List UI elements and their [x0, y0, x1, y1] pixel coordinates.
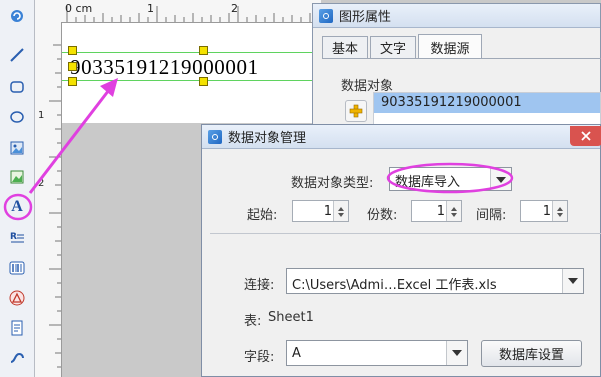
- selection-handle-bottom-center[interactable]: [199, 77, 208, 86]
- spinner-arrows-icon[interactable]: [446, 201, 461, 221]
- data-object-list-item[interactable]: 90335191219000001: [374, 93, 600, 113]
- app-icon: [319, 8, 333, 23]
- document-icon: [11, 320, 23, 336]
- field-select[interactable]: A: [286, 340, 468, 366]
- barcode-guide-line-top: [62, 52, 322, 53]
- shape-tool-button[interactable]: [6, 287, 28, 309]
- image-icon: [10, 141, 24, 155]
- svg-text:R: R: [10, 232, 17, 242]
- data-object-type-value: 数据库导入: [395, 175, 461, 190]
- ruler-unit-label: 0 cm: [65, 2, 93, 15]
- db-settings-button[interactable]: 数据库设置: [481, 340, 582, 367]
- picture-icon: [10, 170, 24, 184]
- chevron-down-icon: [562, 269, 583, 293]
- graphic-properties-titlebar[interactable]: 图形属性: [313, 4, 600, 28]
- table-value: Sheet1: [268, 310, 314, 325]
- field-label: 字段:: [244, 350, 275, 365]
- triangle-icon: [9, 290, 25, 306]
- add-data-object-button[interactable]: [345, 100, 367, 122]
- start-label: 起始:: [247, 208, 278, 223]
- chevron-down-icon: [490, 168, 511, 190]
- interval-value: 1: [542, 204, 551, 219]
- rotate-icon: [11, 10, 23, 22]
- ellipse-tool-button[interactable]: [6, 106, 28, 128]
- graphic-properties-title: 图形属性: [339, 10, 392, 25]
- dialog-titlebar[interactable]: 数据对象管理: [202, 125, 600, 149]
- dialog-app-icon: [208, 129, 222, 144]
- barcode-text[interactable]: 90335191219000001: [70, 55, 259, 80]
- ruler-unit: cm: [75, 2, 93, 15]
- plus-icon: [349, 104, 363, 118]
- dialog-section-divider: [210, 233, 601, 234]
- copies-label: 份数:: [367, 208, 398, 223]
- rotate-tool-button[interactable]: [6, 5, 28, 27]
- curve-icon: [10, 352, 24, 363]
- start-spinner[interactable]: 1: [292, 200, 349, 222]
- tab-content-border: [322, 58, 601, 59]
- dialog-title: 数据对象管理: [228, 131, 307, 146]
- picture-tool-button[interactable]: [6, 166, 28, 188]
- selection-handle-bottom-left[interactable]: [68, 77, 77, 86]
- data-object-type-select[interactable]: 数据库导入: [389, 167, 512, 191]
- interval-label: 间隔:: [476, 208, 507, 223]
- line-tool-button[interactable]: [6, 44, 28, 66]
- horizontal-ruler: 0 cm 1 2: [61, 0, 321, 23]
- field-value: A: [292, 346, 301, 361]
- copies-spinner[interactable]: 1: [411, 200, 462, 222]
- connection-label: 连接:: [244, 278, 275, 293]
- data-object-type-label: 数据对象类型:: [291, 176, 374, 191]
- rounded-rectangle-icon: [10, 81, 24, 93]
- close-button[interactable]: [570, 126, 601, 146]
- selection-handle-top-left[interactable]: [68, 46, 77, 55]
- connection-select[interactable]: C:\Users\Admi…Excel 工作表.xls: [286, 268, 584, 294]
- spinner-arrows-icon[interactable]: [333, 201, 348, 221]
- horizontal-ruler-label-1: 1: [147, 2, 154, 15]
- connection-value: C:\Users\Admi…Excel 工作表.xls: [292, 278, 497, 293]
- horizontal-ruler-label-2: 2: [231, 2, 238, 15]
- barcode-guide-line-bottom: [62, 80, 322, 81]
- text-a-icon: A: [11, 198, 23, 215]
- chevron-down-icon: [446, 341, 467, 365]
- table-label: 表:: [244, 314, 262, 329]
- horizontal-ruler-ticks: [66, 6, 311, 22]
- start-value: 1: [323, 204, 332, 219]
- barcode-icon: [9, 261, 25, 275]
- close-icon: [581, 131, 591, 141]
- vertical-ruler-label-2: 2: [38, 178, 45, 189]
- drawing-toolbar: A R: [0, 0, 35, 377]
- selection-handle-mid-left[interactable]: [68, 62, 77, 71]
- interval-spinner[interactable]: 1: [520, 200, 568, 222]
- rounded-rect-tool-button[interactable]: [6, 76, 28, 98]
- copies-value: 1: [436, 204, 445, 219]
- data-tool-button[interactable]: [6, 317, 28, 339]
- barcode-tool-button[interactable]: [6, 257, 28, 279]
- multiline-text-icon: R: [10, 232, 24, 243]
- image-tool-button[interactable]: [6, 137, 28, 159]
- selection-handle-top-center[interactable]: [199, 46, 208, 55]
- curve-tool-button[interactable]: [6, 347, 28, 369]
- multiline-text-tool-button[interactable]: R: [6, 227, 28, 249]
- tab-basic[interactable]: 基本: [322, 36, 368, 58]
- line-icon: [10, 48, 24, 62]
- text-tool-button[interactable]: A: [6, 196, 28, 218]
- ellipse-icon: [10, 111, 24, 123]
- vertical-ruler: 1 2: [35, 0, 62, 377]
- spinner-arrows-icon[interactable]: [552, 201, 567, 221]
- tab-text[interactable]: 文字: [370, 36, 416, 58]
- tab-data-source[interactable]: 数据源: [418, 34, 482, 59]
- vertical-ruler-label-1: 1: [38, 110, 45, 121]
